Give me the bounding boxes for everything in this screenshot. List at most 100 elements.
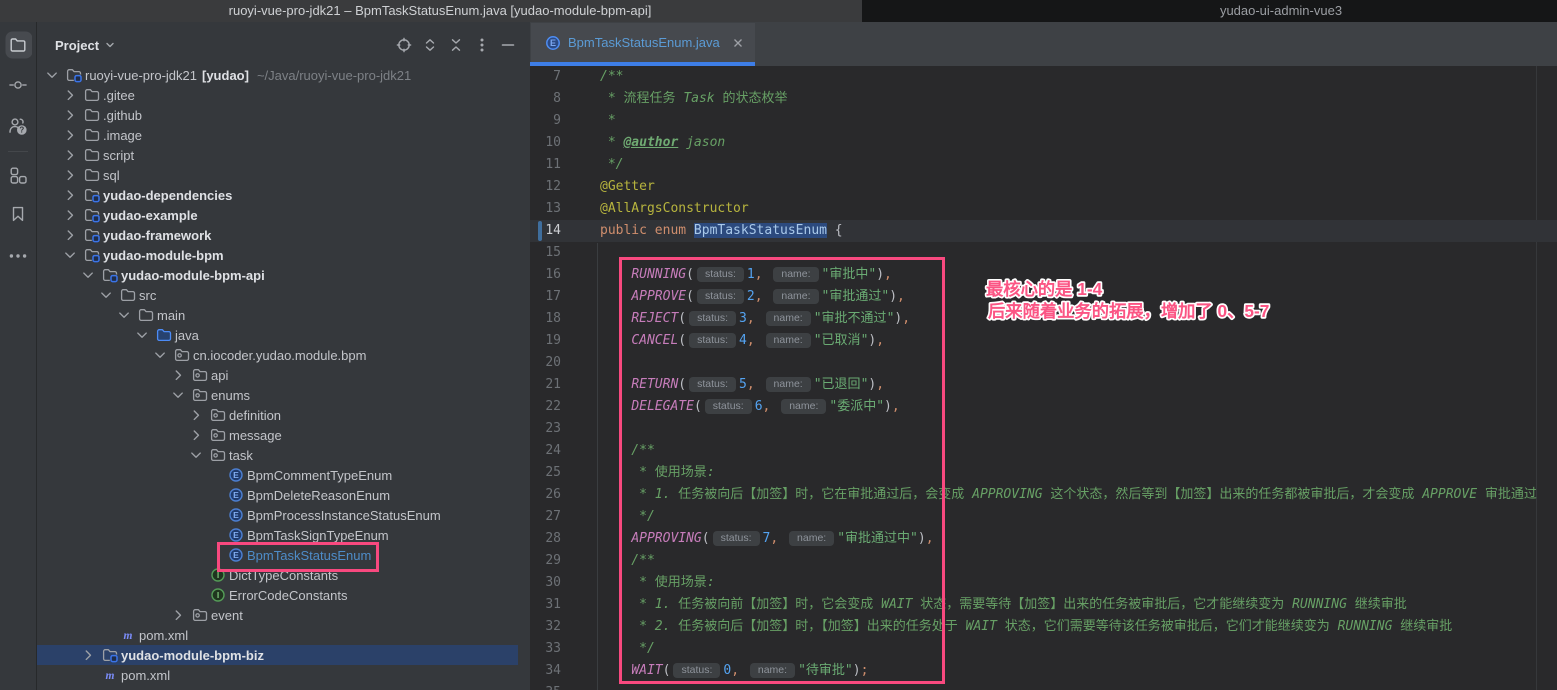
chevron-down-icon[interactable] xyxy=(171,387,192,403)
enum-icon: E xyxy=(228,507,244,523)
tree-item--github[interactable]: .github xyxy=(37,105,530,125)
code-line-7[interactable]: 7/** xyxy=(530,66,1557,88)
tree-item-label: BpmTaskSignTypeEnum xyxy=(247,528,389,543)
chevron-right-icon[interactable] xyxy=(189,427,210,443)
tree-item-main[interactable]: main xyxy=(37,305,530,325)
chevron-down-icon[interactable] xyxy=(45,67,66,83)
code-line-13[interactable]: 13@AllArgsConstructor xyxy=(530,198,1557,220)
annotation-box-tree-item xyxy=(217,542,379,572)
folder-icon xyxy=(84,147,103,163)
chevron-right-icon[interactable] xyxy=(63,127,84,143)
structure-tool-button[interactable] xyxy=(0,165,36,186)
users-help-icon: ? xyxy=(8,116,28,136)
tree-item-yudao-module-bpm-api[interactable]: yudao-module-bpm-api xyxy=(37,265,530,285)
tree-item-yudao-dependencies[interactable]: yudao-dependencies xyxy=(37,185,530,205)
chevron-right-icon[interactable] xyxy=(63,167,84,183)
tree-item-enums[interactable]: enums xyxy=(37,385,530,405)
folder-icon xyxy=(84,167,103,183)
chev-closed xyxy=(63,188,78,203)
bookmark-icon xyxy=(9,205,27,223)
folder-icon xyxy=(84,87,100,103)
chevron-right-icon[interactable] xyxy=(63,87,84,103)
tree-item-pom-xml[interactable]: mpom.xml xyxy=(37,665,530,685)
chevron-down-icon[interactable] xyxy=(99,287,120,303)
locate-file-button[interactable] xyxy=(396,37,412,53)
code-line-14[interactable]: 14public enum BpmTaskStatusEnum { xyxy=(530,220,1557,242)
tree-item-ruoyi-vue-pro-jdk21[interactable]: ruoyi-vue-pro-jdk21[yudao]~/Java/ruoyi-v… xyxy=(37,65,530,85)
tree-item-errorcodeconstants[interactable]: IErrorCodeConstants xyxy=(37,585,530,605)
enum-icon: E xyxy=(228,487,247,503)
tab-close-button[interactable] xyxy=(730,35,746,51)
line-number: 10 xyxy=(530,132,600,154)
tree-item-label: yudao-module-bpm xyxy=(103,248,224,263)
chevron-down-icon[interactable] xyxy=(81,267,102,283)
project-path: ~/Java/ruoyi-vue-pro-jdk21 xyxy=(257,68,411,83)
tree-item-yudao-module-bpm-biz[interactable]: yudao-module-bpm-biz xyxy=(37,645,530,665)
chevron-right-icon[interactable] xyxy=(81,647,102,663)
tree-item-task[interactable]: task xyxy=(37,445,530,465)
annotation-note-line2: 后来随着业务的拓展，增加了 0、5-7 xyxy=(988,301,1269,321)
tree-item-definition[interactable]: definition xyxy=(37,405,530,425)
code-line-11[interactable]: 11 */ xyxy=(530,154,1557,176)
tree-item-bpmcommenttypeenum[interactable]: EBpmCommentTypeEnum xyxy=(37,465,530,485)
line-number: 28 xyxy=(530,528,600,550)
svg-text:E: E xyxy=(233,530,239,540)
chevron-down-icon[interactable] xyxy=(189,447,210,463)
chevron-right-icon[interactable] xyxy=(63,207,84,223)
tree-item-pom-xml[interactable]: mpom.xml xyxy=(37,625,530,645)
chevron-right-icon[interactable] xyxy=(63,187,84,203)
code-line-9[interactable]: 9 * xyxy=(530,110,1557,132)
tree-item-bpmdeletereasonenum[interactable]: EBpmDeleteReasonEnum xyxy=(37,485,530,505)
collapse-all-button[interactable] xyxy=(448,37,464,53)
tree-item-cn-iocoder-yudao-module-bpm[interactable]: cn.iocoder.yudao.module.bpm xyxy=(37,345,530,365)
tree-item--gitee[interactable]: .gitee xyxy=(37,85,530,105)
chevron-right-icon[interactable] xyxy=(189,407,210,423)
tree-item-event[interactable]: event xyxy=(37,605,530,625)
chevron-right-icon[interactable] xyxy=(63,147,84,163)
chevron-right-icon[interactable] xyxy=(63,107,84,123)
tree-item-script[interactable]: script xyxy=(37,145,530,165)
more-tools-button[interactable] xyxy=(0,252,36,260)
chevron-right-icon[interactable] xyxy=(171,367,192,383)
tree-item-bpmprocessinstancestatusenum[interactable]: EBpmProcessInstanceStatusEnum xyxy=(37,505,530,525)
chevron-down-icon[interactable] xyxy=(117,307,138,323)
pkg-icon xyxy=(174,347,193,363)
tab-bpmtaskstatusenum[interactable]: E BpmTaskStatusEnum.java xyxy=(531,23,755,62)
code-line-text: /** xyxy=(600,66,623,88)
project-panel-title[interactable]: Project xyxy=(55,22,99,69)
chevron-right-icon[interactable] xyxy=(171,607,192,623)
mvn-icon: m xyxy=(120,627,136,643)
tree-item-java[interactable]: java xyxy=(37,325,530,345)
pkg-icon xyxy=(210,407,229,423)
tree-item-yudao-example[interactable]: yudao-example xyxy=(37,205,530,225)
project-alias: [yudao] xyxy=(202,68,249,83)
commit-tool-button[interactable] xyxy=(0,77,36,93)
users-help-tool-button[interactable]: ? xyxy=(0,116,36,136)
code-line-10[interactable]: 10 * @author jason xyxy=(530,132,1557,154)
line-number: 11 xyxy=(530,154,600,176)
module-icon xyxy=(84,187,100,203)
chevron-right-icon[interactable] xyxy=(63,227,84,243)
chevron-down-icon[interactable] xyxy=(135,327,156,343)
tree-item-src[interactable]: src xyxy=(37,285,530,305)
tree-item-yudao-module-bpm[interactable]: yudao-module-bpm xyxy=(37,245,530,265)
tree-item--image[interactable]: .image xyxy=(37,125,530,145)
pkg-icon xyxy=(210,447,229,463)
code-line-12[interactable]: 12@Getter xyxy=(530,176,1557,198)
tree-item-sql[interactable]: sql xyxy=(37,165,530,185)
bookmarks-tool-button[interactable] xyxy=(0,205,36,223)
project-tool-button[interactable] xyxy=(0,31,36,59)
line-number: 7 xyxy=(530,66,600,88)
tree-item-api[interactable]: api xyxy=(37,365,530,385)
chevron-down-icon[interactable] xyxy=(153,347,174,363)
chevron-down-icon[interactable] xyxy=(63,247,84,263)
panel-options-button[interactable] xyxy=(474,37,490,53)
project-title-chevron-icon[interactable] xyxy=(103,38,117,52)
expand-all-button[interactable] xyxy=(422,37,438,53)
hide-panel-button[interactable] xyxy=(500,37,516,53)
tree-item-yudao-framework[interactable]: yudao-framework xyxy=(37,225,530,245)
code-line-8[interactable]: 8 * 流程任务 Task 的状态枚举 xyxy=(530,88,1557,110)
chev-closed xyxy=(189,408,204,423)
tree-item-message[interactable]: message xyxy=(37,425,530,445)
mvn-icon: m xyxy=(102,667,121,683)
